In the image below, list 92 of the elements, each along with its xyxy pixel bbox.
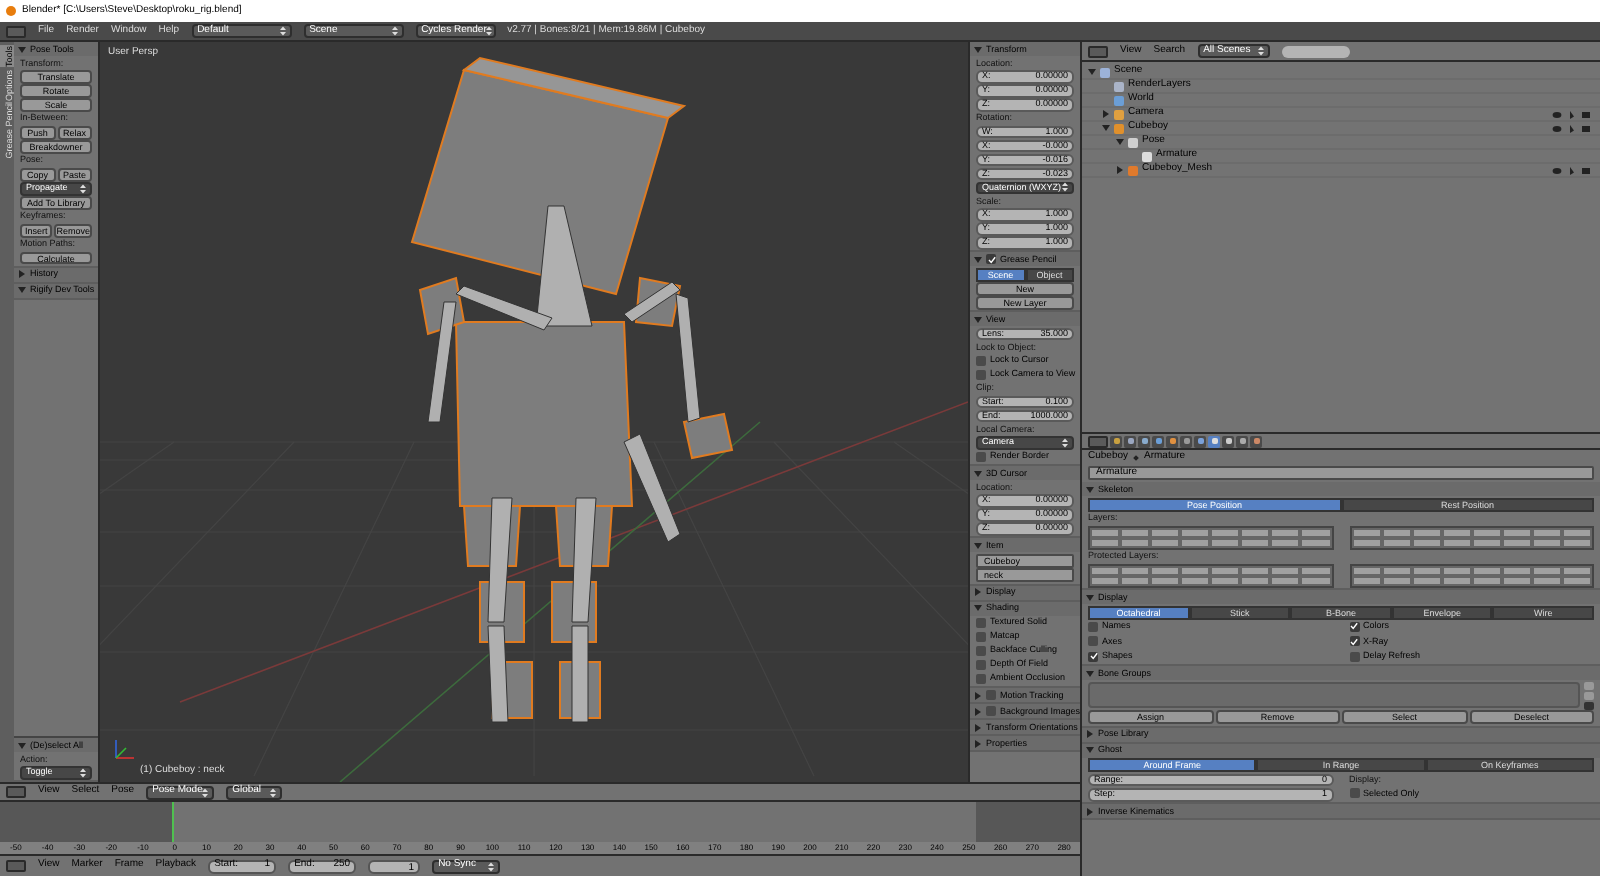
world-icon [1114, 95, 1124, 105]
dropdown-arrows-icon [80, 767, 86, 778]
collapse-triangle-icon[interactable] [18, 741, 26, 749]
editor-type-icon[interactable] [6, 860, 26, 872]
checkbox[interactable] [976, 369, 986, 380]
object-tab-icon[interactable] [1166, 435, 1178, 447]
layers-icon [1114, 81, 1124, 91]
collapse-triangle-icon[interactable] [974, 45, 982, 53]
collapse-triangle-icon[interactable] [974, 604, 982, 612]
collapse-triangle-icon[interactable] [1116, 138, 1124, 146]
checkbox[interactable] [976, 451, 986, 462]
dropdown-arrows-icon [279, 26, 286, 36]
visibility-toggles-icon[interactable] [1552, 123, 1592, 133]
app-logo-icon [6, 6, 16, 16]
texture-tab-icon[interactable] [1250, 435, 1262, 447]
dropdown-arrows-icon [1062, 437, 1068, 448]
expand-triangle-icon[interactable] [18, 270, 26, 278]
checkbox[interactable] [976, 645, 986, 656]
mesh-icon [1128, 165, 1138, 175]
checkbox[interactable] [1088, 651, 1098, 662]
scene-icon [1100, 67, 1110, 77]
layers-tab-icon[interactable] [1124, 435, 1136, 447]
editor-type-icon[interactable] [6, 25, 26, 37]
visibility-toggles-icon[interactable] [1552, 109, 1592, 119]
expand-triangle-icon[interactable] [974, 707, 982, 715]
collapse-triangle-icon[interactable] [974, 469, 982, 477]
visibility-toggles-icon[interactable] [1552, 165, 1592, 175]
expand-triangle-icon[interactable] [974, 739, 982, 747]
dropdown-arrows-icon [1062, 182, 1068, 193]
editor-type-icon[interactable] [6, 786, 26, 798]
checkbox[interactable] [976, 673, 986, 684]
expand-triangle-icon[interactable] [974, 588, 982, 596]
collapse-triangle-icon[interactable] [1086, 669, 1094, 677]
dropdown-arrows-icon [391, 26, 398, 36]
checkbox[interactable] [986, 706, 996, 716]
checkbox[interactable] [1349, 788, 1359, 799]
pose-icon [1128, 137, 1138, 147]
dropdown-arrows-icon [1257, 46, 1264, 56]
checkbox[interactable] [1349, 651, 1359, 662]
expand-triangle-icon[interactable] [1086, 807, 1094, 815]
remove-icon[interactable] [1584, 691, 1594, 699]
expand-triangle-icon[interactable] [1086, 730, 1094, 738]
render-tab-icon[interactable] [1110, 435, 1122, 447]
expand-triangle-icon[interactable] [1116, 166, 1124, 174]
collapse-triangle-icon[interactable] [1086, 485, 1094, 493]
data-tab-icon[interactable] [1208, 435, 1220, 447]
checkbox[interactable] [976, 659, 986, 670]
collapse-triangle-icon[interactable] [974, 541, 982, 549]
layer-grid[interactable] [1088, 525, 1594, 549]
checkbox[interactable] [1088, 636, 1098, 647]
dropdown-arrows-icon [486, 26, 493, 36]
checkbox[interactable] [986, 690, 996, 700]
expand-triangle-icon[interactable] [974, 691, 982, 699]
dropdown-arrows-icon [488, 861, 495, 871]
checkbox[interactable] [976, 631, 986, 642]
dropdown-arrows-icon [80, 183, 86, 194]
checkbox[interactable] [976, 617, 986, 628]
collapse-triangle-icon[interactable] [1086, 746, 1094, 754]
bone-tab-icon[interactable] [1222, 435, 1234, 447]
checkbox[interactable] [976, 355, 986, 366]
add-icon[interactable] [1584, 681, 1594, 689]
collapse-triangle-icon[interactable] [1102, 124, 1110, 132]
world-tab-icon[interactable] [1152, 435, 1164, 447]
checkbox[interactable] [1088, 621, 1098, 632]
checkbox[interactable] [986, 254, 996, 264]
dropdown-arrows-icon [202, 787, 209, 797]
checkbox[interactable] [1349, 636, 1359, 647]
checkbox[interactable] [1349, 621, 1359, 632]
layer-grid[interactable] [1088, 563, 1594, 587]
editor-type-icon[interactable] [1088, 435, 1108, 447]
expand-triangle-icon[interactable] [974, 723, 982, 731]
chevron-icon [1133, 455, 1139, 461]
editor-type-icon[interactable] [1088, 45, 1108, 57]
boneconstraint-tab-icon[interactable] [1236, 435, 1248, 447]
collapse-triangle-icon[interactable] [974, 255, 982, 263]
collapse-triangle-icon[interactable] [1086, 593, 1094, 601]
expand-triangle-icon[interactable] [1102, 110, 1110, 118]
collapse-triangle-icon[interactable] [18, 286, 26, 294]
collapse-triangle-icon[interactable] [18, 45, 26, 53]
camera-icon [1114, 109, 1124, 119]
data-icon [1142, 151, 1152, 161]
collapse-triangle-icon[interactable] [974, 315, 982, 323]
armature-icon [1114, 123, 1124, 133]
dropdown-arrows-icon [270, 787, 277, 797]
modifiers-tab-icon[interactable] [1194, 435, 1206, 447]
axis-gizmo-icon [112, 738, 136, 762]
menu-icon[interactable] [1584, 701, 1594, 709]
collapse-triangle-icon[interactable] [1088, 68, 1096, 76]
scene-tab-icon[interactable] [1138, 435, 1150, 447]
character-rig-drawing[interactable] [410, 56, 734, 723]
search-field[interactable] [1281, 45, 1350, 57]
constraints-tab-icon[interactable] [1180, 435, 1192, 447]
